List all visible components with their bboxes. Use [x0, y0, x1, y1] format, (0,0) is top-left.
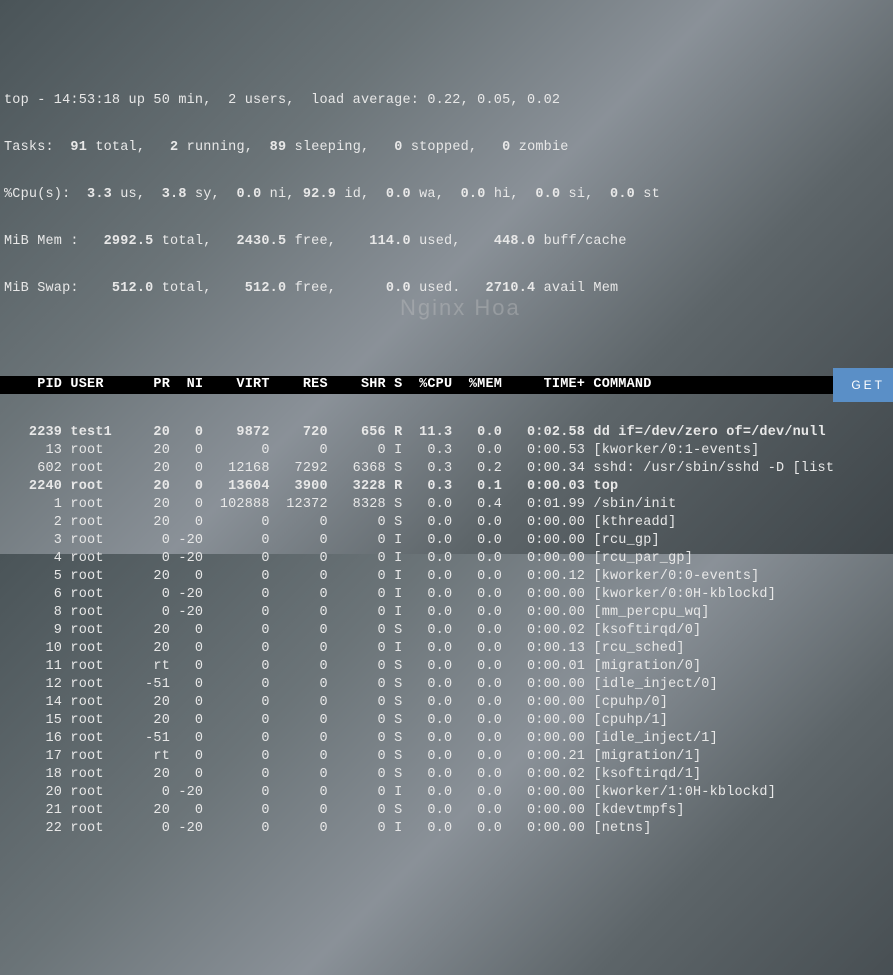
- process-row[interactable]: 14 root 20 0 0 0 0 S 0.0 0.0 0:00.00 [cp…: [4, 694, 889, 712]
- process-row[interactable]: 13 root 20 0 0 0 0 I 0.3 0.0 0:00.53 [kw…: [4, 442, 889, 460]
- process-row[interactable]: 2239 test1 20 0 9872 720 656 R 11.3 0.0 …: [4, 424, 889, 442]
- get-button[interactable]: GET: [833, 368, 893, 402]
- process-row[interactable]: 20 root 0 -20 0 0 0 I 0.0 0.0 0:00.00 [k…: [4, 784, 889, 802]
- process-list: 2239 test1 20 0 9872 720 656 R 11.3 0.0 …: [4, 424, 889, 838]
- process-row[interactable]: 5 root 20 0 0 0 0 I 0.0 0.0 0:00.12 [kwo…: [4, 568, 889, 586]
- tasks-line: Tasks: 91 total, 2 running, 89 sleeping,…: [4, 139, 889, 156]
- process-row[interactable]: 4 root 0 -20 0 0 0 I 0.0 0.0 0:00.00 [rc…: [4, 550, 889, 568]
- process-row[interactable]: 6 root 0 -20 0 0 0 I 0.0 0.0 0:00.00 [kw…: [4, 586, 889, 604]
- process-row[interactable]: 9 root 20 0 0 0 0 S 0.0 0.0 0:00.02 [kso…: [4, 622, 889, 640]
- process-row[interactable]: 1 root 20 0 102888 12372 8328 S 0.0 0.4 …: [4, 496, 889, 514]
- terminal-output: top - 14:53:18 up 50 min, 2 users, load …: [0, 60, 893, 855]
- process-row[interactable]: 21 root 20 0 0 0 0 S 0.0 0.0 0:00.00 [kd…: [4, 802, 889, 820]
- process-row[interactable]: 2240 root 20 0 13604 3900 3228 R 0.3 0.1…: [4, 478, 889, 496]
- background-watermark: Nginx Hoa: [400, 295, 521, 321]
- blank-line: [4, 327, 889, 344]
- process-row[interactable]: 17 root rt 0 0 0 0 S 0.0 0.0 0:00.21 [mi…: [4, 748, 889, 766]
- process-table-header[interactable]: PID USER PR NI VIRT RES SHR S %CPU %MEM …: [0, 376, 893, 394]
- process-row[interactable]: 18 root 20 0 0 0 0 S 0.0 0.0 0:00.02 [ks…: [4, 766, 889, 784]
- process-row[interactable]: 3 root 0 -20 0 0 0 I 0.0 0.0 0:00.00 [rc…: [4, 532, 889, 550]
- mem-line: MiB Mem : 2992.5 total, 2430.5 free, 114…: [4, 233, 889, 250]
- process-row[interactable]: 12 root -51 0 0 0 0 S 0.0 0.0 0:00.00 [i…: [4, 676, 889, 694]
- cpu-line: %Cpu(s): 3.3 us, 3.8 sy, 0.0 ni, 92.9 id…: [4, 186, 889, 203]
- process-row[interactable]: 602 root 20 0 12168 7292 6368 S 0.3 0.2 …: [4, 460, 889, 478]
- process-row[interactable]: 11 root rt 0 0 0 0 S 0.0 0.0 0:00.01 [mi…: [4, 658, 889, 676]
- process-row[interactable]: 8 root 0 -20 0 0 0 I 0.0 0.0 0:00.00 [mm…: [4, 604, 889, 622]
- process-row[interactable]: 2 root 20 0 0 0 0 S 0.0 0.0 0:00.00 [kth…: [4, 514, 889, 532]
- process-row[interactable]: 15 root 20 0 0 0 0 S 0.0 0.0 0:00.00 [cp…: [4, 712, 889, 730]
- process-row[interactable]: 10 root 20 0 0 0 0 I 0.0 0.0 0:00.13 [rc…: [4, 640, 889, 658]
- process-row[interactable]: 22 root 0 -20 0 0 0 I 0.0 0.0 0:00.00 [n…: [4, 820, 889, 838]
- uptime-line: top - 14:53:18 up 50 min, 2 users, load …: [4, 92, 889, 109]
- process-row[interactable]: 16 root -51 0 0 0 0 S 0.0 0.0 0:00.00 [i…: [4, 730, 889, 748]
